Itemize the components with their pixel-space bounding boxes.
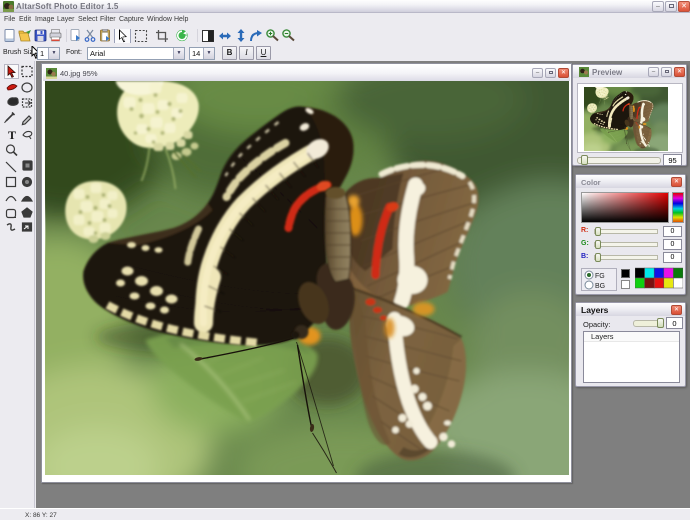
svg-text:BG: BG xyxy=(595,283,605,290)
svg-text:FG: FG xyxy=(595,273,605,280)
svg-text:T: T xyxy=(8,128,16,142)
